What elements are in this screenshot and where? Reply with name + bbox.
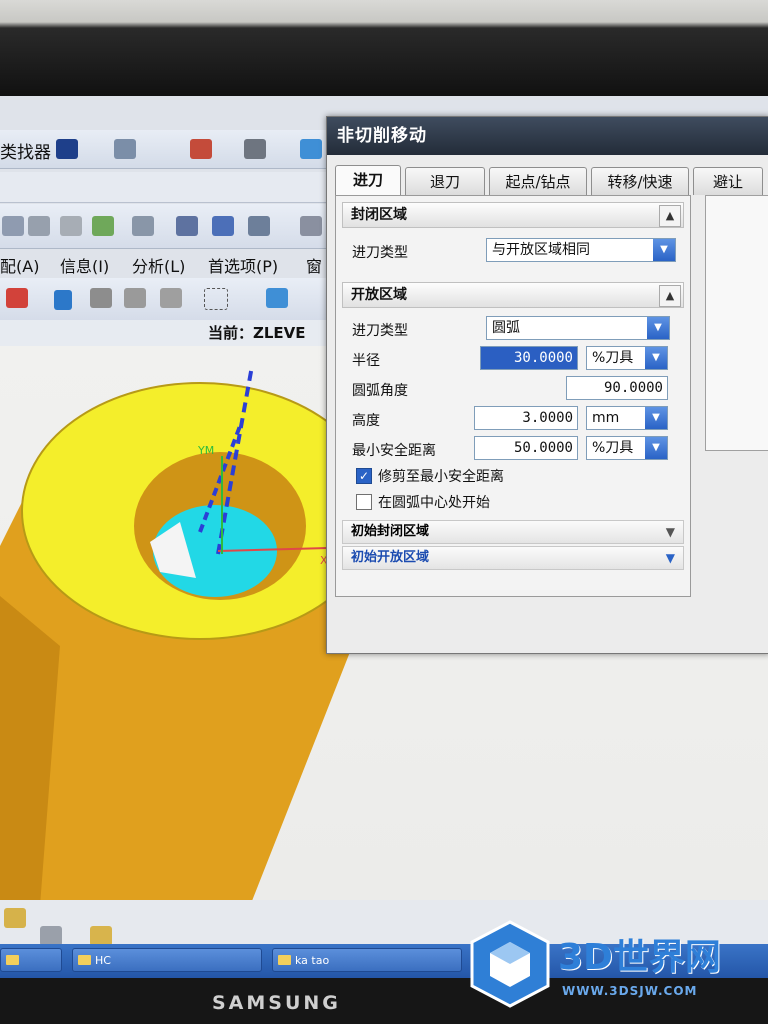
collapse-up-icon[interactable]: ▲ [659,205,681,227]
arc-center-checkbox[interactable] [356,494,372,510]
initial-open-region-header[interactable]: 初始开放区域 ▼ [342,546,684,570]
tool-icon[interactable] [60,216,82,236]
chevron-down-icon[interactable]: ▼ [647,317,669,339]
tool-icon[interactable] [212,216,234,236]
menu-assembly[interactable]: 配(A) [0,253,39,277]
tool-icon[interactable] [300,216,322,236]
dialog-title[interactable]: 非切削移动 [327,117,768,155]
chevron-down-icon[interactable]: ▼ [645,407,667,429]
min-clearance-label: 最小安全距离 [352,443,436,459]
cube-icon[interactable] [266,288,288,308]
cube-icon[interactable] [300,139,322,159]
tool-icon[interactable] [90,288,112,308]
arc-angle-label: 圆弧角度 [352,383,408,399]
open-region-header[interactable]: 开放区域 ▲ [342,282,684,308]
watermark-text: 3D世界网 [558,937,721,978]
current-view-label: 当前：ZLEVE [208,324,306,342]
arc-center-label: 在圆弧中心处开始 [378,495,490,511]
open-engage-type-label: 进刀类型 [352,323,408,339]
tool-icon[interactable] [248,216,270,236]
collapse-up-icon[interactable]: ▲ [659,285,681,307]
closed-engage-type-select[interactable]: 与开放区域相同 ▼ [486,238,676,262]
select-icon[interactable] [6,288,28,308]
refit-icon[interactable] [190,139,212,159]
save-icon[interactable] [56,139,78,159]
view-status-strip: 当前：ZLEVE [0,320,330,346]
tool-icon[interactable] [28,216,50,236]
tool-icon[interactable] [132,216,154,236]
tool-icon[interactable] [2,216,24,236]
closed-region-header[interactable]: 封闭区域 ▲ [342,202,684,228]
chevron-down-icon[interactable]: ▼ [653,239,675,261]
tool-icon[interactable] [124,288,146,308]
non-cutting-moves-dialog: 非切削移动 进刀 退刀 起点/钻点 转移/快速 避让 封闭区域 ▲ 进刀类型 与… [326,116,768,654]
tool-icon[interactable] [176,216,198,236]
height-unit-select[interactable]: mm ▼ [586,406,668,430]
tool-icon[interactable] [40,926,62,946]
info-icon[interactable] [114,139,136,159]
engage-panel: 封闭区域 ▲ 进刀类型 与开放区域相同 ▼ 开放区域 ▲ 进刀类型 圆弧 ▼ 半… [335,195,691,597]
watermark-url: WWW.3DSJW.COM [562,984,698,998]
chevron-down-icon[interactable]: ▼ [666,547,675,569]
tool-icon[interactable] [4,908,26,928]
main-toolbar-row1: 类找器 [0,130,330,169]
trim-checkbox[interactable]: ✓ [356,468,372,484]
radius-input[interactable]: 30.0000 [480,346,578,370]
finder-label[interactable]: 类找器 [0,138,51,163]
menu-information[interactable]: 信息(I) [60,253,109,277]
chevron-down-icon[interactable]: ▼ [645,437,667,459]
watermark-cube-logo [470,920,550,1008]
tab-retract[interactable]: 退刀 [405,167,485,195]
radius-label: 半径 [352,353,380,369]
min-clearance-input[interactable]: 50.0000 [474,436,578,460]
taskbar-item[interactable] [0,948,62,972]
open-engage-type-select[interactable]: 圆弧 ▼ [486,316,670,340]
y-axis-label: YM [197,444,214,457]
min-clearance-unit-select[interactable]: %刀具 ▼ [586,436,668,460]
radius-unit-select[interactable]: %刀具 ▼ [586,346,668,370]
shade-icon[interactable] [244,139,266,159]
closed-engage-type-label: 进刀类型 [352,245,408,261]
tab-transfer-rapid[interactable]: 转移/快速 [591,167,689,195]
main-toolbar-row3 [0,278,330,321]
undo-icon[interactable] [54,290,72,310]
monitor-brand: SAMSUNG [212,992,341,1014]
tool-icon[interactable] [90,926,112,946]
taskbar-item-hc[interactable]: HC [72,948,262,972]
height-label: 高度 [352,413,380,429]
menu-preferences[interactable]: 首选项(P) [208,253,278,277]
arc-angle-input[interactable]: 90.0000 [566,376,668,400]
taskbar-item-ka-tao[interactable]: ka tao [272,948,462,972]
verify-icon[interactable] [92,216,114,236]
height-input[interactable]: 3.0000 [474,406,578,430]
preview-area [705,195,768,451]
monitor-bezel-top [0,0,768,96]
tool-icon[interactable] [160,288,182,308]
tab-avoidance[interactable]: 避让 [693,167,763,195]
chevron-down-icon[interactable]: ▼ [645,347,667,369]
tab-engage[interactable]: 进刀 [335,165,401,195]
chevron-down-icon[interactable]: ▼ [666,521,675,543]
box-select-icon[interactable] [204,288,228,310]
trim-label: 修剪至最小安全距离 [378,469,504,485]
main-toolbar-row2 [0,204,330,249]
menu-bar: 配(A) 信息(I) 分析(L) 首选项(P) 窗 [0,172,330,276]
menu-analysis[interactable]: 分析(L) [132,253,185,277]
screen: 类找器 配(A) 信息(I) 分析(L) 首选项(P) 窗 当前：ZLEVE Y… [0,96,768,978]
tab-start-drill-points[interactable]: 起点/钻点 [489,167,587,195]
initial-closed-region-header[interactable]: 初始封闭区域 ▼ [342,520,684,544]
menu-window[interactable]: 窗 [306,253,322,277]
